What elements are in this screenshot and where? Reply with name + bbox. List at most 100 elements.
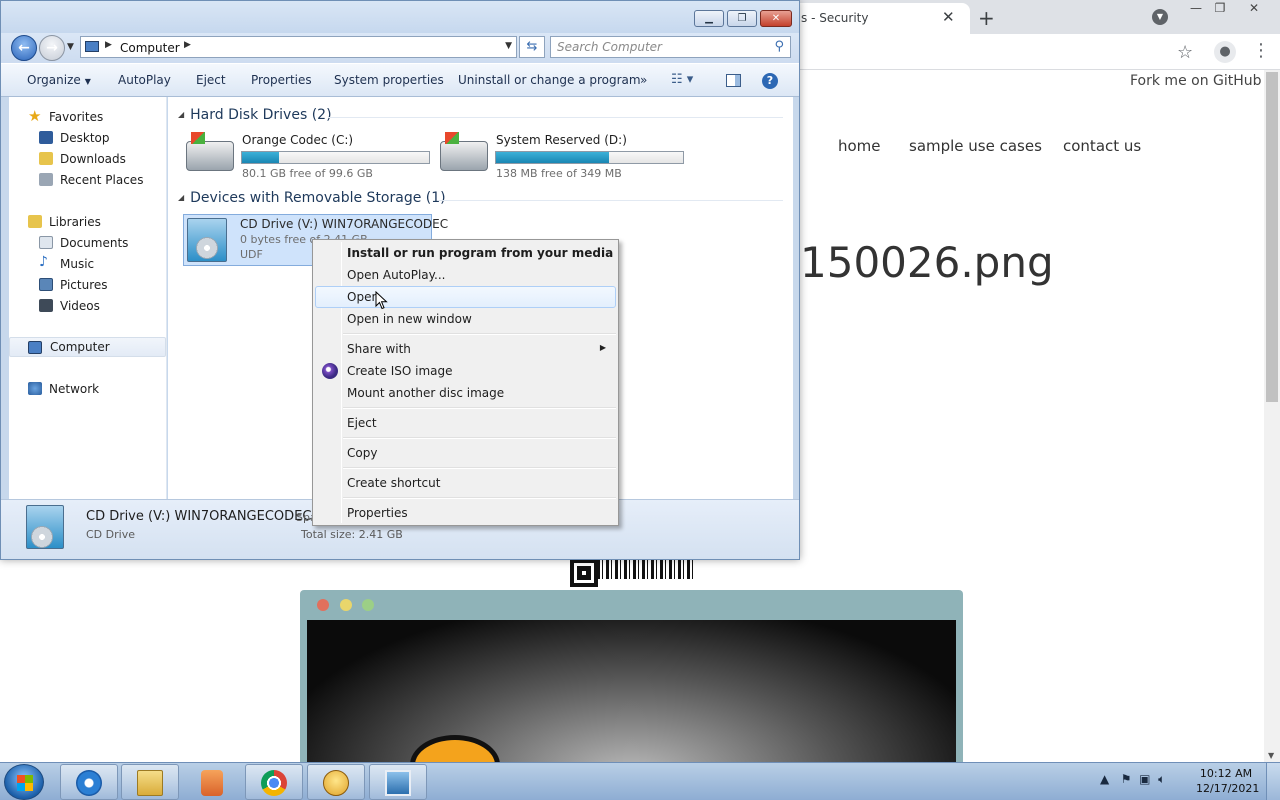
eject-button[interactable]: Eject	[196, 73, 226, 87]
menu-create-iso-label: Create ISO image	[347, 364, 453, 378]
menu-item-create-shortcut[interactable]: Create shortcut	[315, 472, 616, 494]
menu-item-install[interactable]: Install or run program from your media	[315, 242, 616, 264]
back-button[interactable]: ←	[11, 35, 37, 61]
menu-item-mount-image[interactable]: Mount another disc image	[315, 382, 616, 404]
nav-pictures[interactable]: Pictures	[9, 275, 166, 295]
refresh-icon[interactable]: ⇆	[519, 36, 545, 58]
nav-link-contact-us[interactable]: contact us	[1063, 137, 1141, 155]
menu-item-create-iso[interactable]: Create ISO image	[315, 360, 616, 382]
minimize-button[interactable]: ▁	[694, 10, 724, 27]
nav-libraries[interactable]: Libraries	[9, 212, 166, 232]
nav-music[interactable]: ♪ Music	[9, 254, 166, 274]
show-desktop-button[interactable]	[1266, 763, 1280, 800]
autoplay-button[interactable]: AutoPlay	[118, 73, 171, 87]
breadcrumb-computer[interactable]: Computer	[120, 41, 180, 55]
nav-desktop[interactable]: Desktop	[9, 128, 166, 148]
collapse-triangle-icon[interactable]: ◢	[178, 110, 184, 119]
mock-minimize-dot	[340, 599, 352, 611]
nav-downloads[interactable]: Downloads	[9, 149, 166, 169]
chevron-right-icon[interactable]: ▶	[184, 40, 191, 50]
drive-d-usage-fill	[496, 152, 610, 163]
browser-menu-icon[interactable]: ⋮	[1252, 40, 1270, 61]
search-icon[interactable]: ⚲	[774, 39, 784, 54]
close-tab-icon[interactable]: ✕	[942, 8, 955, 26]
bookmark-star-icon[interactable]: ☆	[1177, 42, 1193, 63]
forward-button[interactable]: →	[39, 35, 65, 61]
drive-c-name: Orange Codec (C:)	[242, 133, 354, 147]
scroll-down-icon[interactable]: ▼	[1268, 751, 1274, 760]
menu-item-eject[interactable]: Eject	[315, 412, 616, 434]
nav-videos-label: Videos	[60, 299, 100, 313]
volume-icon[interactable]: 🔈︎	[1158, 772, 1165, 786]
taskbar-explorer[interactable]	[121, 764, 179, 800]
taskbar-chrome[interactable]	[245, 764, 303, 800]
clock[interactable]: 10:12 AM 12/17/2021	[1196, 766, 1259, 796]
action-center-flag-icon[interactable]: ⚑	[1121, 772, 1132, 786]
nav-link-sample-use-cases[interactable]: sample use cases	[909, 137, 1042, 155]
network-tray-icon[interactable]: ▣	[1139, 772, 1150, 786]
address-box[interactable]: ▶ Computer ▶ ▼	[80, 36, 517, 58]
explorer-titlebar[interactable]: ▁ ❐ ✕	[1, 1, 799, 33]
uninstall-program-button[interactable]: Uninstall or change a program	[458, 73, 641, 87]
system-properties-button[interactable]: System properties	[334, 73, 444, 87]
videos-icon	[39, 299, 53, 312]
more-commands-button[interactable]: »	[640, 73, 647, 87]
menu-item-copy[interactable]: Copy	[315, 442, 616, 464]
properties-button[interactable]: Properties	[251, 73, 312, 87]
group-header-hard-disks[interactable]: ◢ Hard Disk Drives (2)	[178, 107, 332, 123]
nav-documents[interactable]: Documents	[9, 233, 166, 253]
organize-button[interactable]: Organize ▼	[27, 73, 91, 87]
help-icon[interactable]: ?	[762, 73, 778, 89]
change-view-icon[interactable]: ☷ ▾	[671, 72, 693, 87]
menu-item-open-new-window[interactable]: Open in new window	[315, 308, 616, 330]
mock-maximize-dot	[362, 599, 374, 611]
recent-pages-dropdown-icon[interactable]: ▼	[67, 42, 74, 52]
close-button[interactable]: ✕	[760, 10, 792, 27]
drive-c-usage-fill	[242, 152, 279, 163]
menu-share-label: Share with	[347, 342, 411, 356]
menu-item-open[interactable]: Open	[315, 286, 616, 308]
nav-computer[interactable]: Computer	[9, 337, 166, 357]
taskbar-media-player[interactable]	[182, 764, 240, 800]
browser-close-button[interactable]: ✕	[1242, 2, 1266, 16]
menu-item-properties[interactable]: Properties	[315, 502, 616, 524]
taskbar-ie[interactable]	[60, 764, 118, 800]
windows-logo-icon	[17, 775, 33, 791]
tray-expand-icon[interactable]: ▲	[1100, 772, 1109, 786]
search-box[interactable]: ⚲	[550, 36, 791, 58]
tab-search-icon[interactable]: ▼	[1152, 9, 1168, 25]
collapse-triangle-icon[interactable]: ◢	[178, 193, 184, 202]
group-header-removable[interactable]: ◢ Devices with Removable Storage (1)	[178, 190, 446, 206]
menu-separator	[343, 497, 616, 499]
cd-drive-name: CD Drive (V:) WIN7ORANGECODEC	[240, 217, 449, 231]
nav-link-home[interactable]: home	[838, 137, 881, 155]
drive-d-free: 138 MB free of 349 MB	[496, 167, 622, 180]
fork-github-image[interactable]: Fork me on GitHub	[1130, 73, 1262, 89]
nav-network[interactable]: Network	[9, 379, 166, 399]
taskbar-image-viewer[interactable]	[369, 764, 427, 800]
new-tab-icon[interactable]: +	[978, 6, 995, 30]
app-mockup-image	[300, 590, 963, 795]
browser-scrollbar[interactable]: ▼	[1264, 70, 1280, 762]
menu-item-open-autoplay[interactable]: Open AutoPlay...	[315, 264, 616, 286]
preview-pane-icon[interactable]	[726, 74, 741, 87]
maximize-button[interactable]: ❐	[727, 10, 757, 27]
address-dropdown-icon[interactable]: ▼	[505, 41, 512, 51]
nav-favorites[interactable]: ★ Favorites	[9, 107, 166, 127]
start-button[interactable]	[4, 764, 44, 800]
drive-c-item[interactable]: Orange Codec (C:) 80.1 GB free of 99.6 G…	[186, 132, 436, 181]
profile-icon[interactable]: ●	[1214, 41, 1236, 63]
search-input[interactable]	[557, 39, 757, 55]
drive-d-item[interactable]: System Reserved (D:) 138 MB free of 349 …	[440, 132, 690, 181]
taskbar-app-smiley[interactable]	[307, 764, 365, 800]
nav-recent-places[interactable]: Recent Places	[9, 170, 166, 190]
chevron-right-icon[interactable]: ▶	[105, 40, 112, 50]
menu-autoplay-label: Open AutoPlay...	[347, 268, 446, 282]
menu-item-share-with[interactable]: Share with ▶	[315, 338, 616, 360]
browser-scroll-thumb[interactable]	[1266, 72, 1278, 402]
browser-restore-button[interactable]: ❐	[1208, 2, 1232, 16]
context-menu: Install or run program from your media O…	[312, 239, 619, 526]
computer-icon	[85, 41, 99, 52]
browser-minimize-button[interactable]: —	[1184, 2, 1208, 16]
nav-videos[interactable]: Videos	[9, 296, 166, 316]
